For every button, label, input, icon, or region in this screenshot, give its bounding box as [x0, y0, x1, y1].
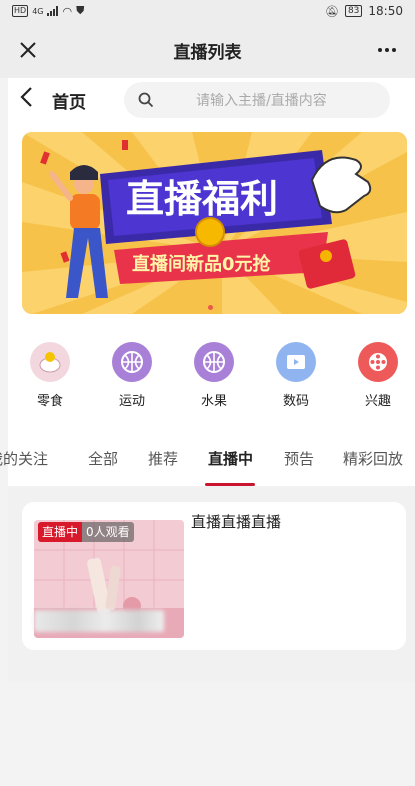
- blurred-host-info: [34, 610, 164, 632]
- tab-live[interactable]: 直播中: [208, 448, 253, 469]
- video-icon: [276, 342, 316, 382]
- status-right: 🔕︎ 83 18:50: [325, 4, 403, 18]
- tab-preview[interactable]: 预告: [284, 448, 314, 469]
- battery-icon: 83: [344, 5, 363, 17]
- category-sports[interactable]: 运动: [102, 342, 162, 409]
- category-snack[interactable]: 零食: [20, 342, 80, 409]
- back-icon[interactable]: [20, 85, 42, 115]
- title-bar: 直播列表: [0, 22, 415, 78]
- banner-art: 直播福利 直播间新品0元抢: [22, 132, 407, 314]
- film-reel-icon: [358, 342, 398, 382]
- viewer-count: 0人观看: [82, 522, 134, 542]
- status-bar: HD 4G ◠ ⛊ 🔕︎ 83 18:50: [0, 0, 415, 22]
- category-label: 运动: [118, 394, 145, 409]
- clock: 18:50: [368, 4, 403, 18]
- promo-banner[interactable]: 直播福利 直播间新品0元抢: [22, 132, 407, 314]
- hd-indicator: HD: [12, 5, 29, 17]
- category-interest[interactable]: 兴趣: [348, 342, 408, 409]
- more-icon[interactable]: [371, 36, 403, 64]
- live-badge: 直播中: [38, 522, 83, 542]
- tab-bar: 我的关注 全部 推荐 直播中 预告 精彩回放: [0, 442, 415, 482]
- banner-headline: 直播福利: [126, 177, 278, 221]
- search-input[interactable]: 请输入主播/直播内容: [124, 82, 390, 118]
- tab-following[interactable]: 我的关注: [0, 448, 48, 469]
- category-label: 水果: [200, 394, 227, 409]
- tab-replay[interactable]: 精彩回放: [343, 448, 403, 469]
- network-type: 4G: [32, 6, 44, 16]
- category-digital[interactable]: 数码: [266, 342, 326, 409]
- category-row: 零食 运动 水果 数码 兴趣: [20, 342, 415, 412]
- banner-subline: 直播间新品0元抢: [132, 253, 272, 275]
- banner-pagination: [200, 305, 220, 313]
- category-label: 数码: [282, 394, 309, 409]
- snack-icon: [30, 342, 70, 382]
- nav-row: 首页 请输入主播/直播内容: [20, 82, 400, 118]
- category-fruit[interactable]: 水果: [184, 342, 244, 409]
- page-title: 直播列表: [173, 42, 242, 63]
- tab-recommended[interactable]: 推荐: [148, 448, 178, 469]
- category-label: 零食: [36, 394, 63, 409]
- live-title[interactable]: 直播直播直播: [191, 511, 281, 532]
- basketball-icon: [194, 342, 234, 382]
- close-icon[interactable]: [14, 36, 42, 64]
- search-placeholder: 请输入主播/直播内容: [196, 93, 327, 109]
- mute-icon: 🔕︎: [324, 4, 339, 18]
- live-badge-group: 直播中 0人观看: [38, 522, 134, 542]
- home-link[interactable]: 首页: [52, 88, 86, 113]
- signal-icon: [47, 6, 59, 16]
- status-left: HD 4G ◠ ⛊: [12, 4, 84, 18]
- category-label: 兴趣: [364, 394, 391, 409]
- tab-all[interactable]: 全部: [88, 448, 118, 469]
- shield-icon: ⛊: [76, 4, 85, 17]
- basketball-icon: [112, 342, 152, 382]
- wifi-icon: ◠: [62, 4, 73, 18]
- search-icon: [138, 92, 154, 108]
